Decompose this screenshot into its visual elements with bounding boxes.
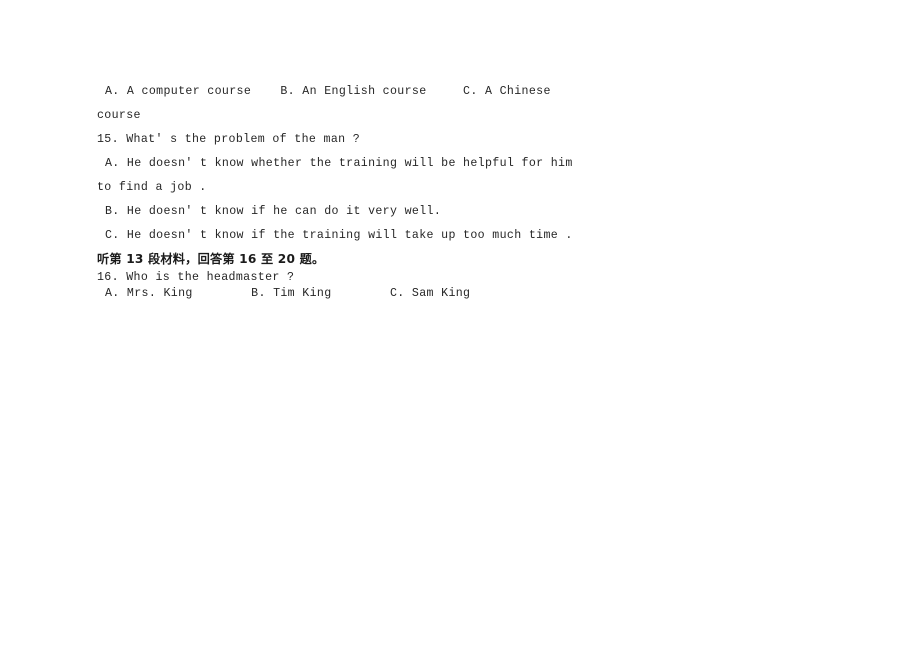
question-14-options-wrap: course [97,109,141,122]
question-15-option-a-wrap: to find a job . [97,181,207,194]
document-page: A. A computer course B. An English cours… [0,0,920,651]
question-15-stem: 15. What' s the problem of the man ? [97,133,361,146]
question-15-option-b: B. He doesn' t know if he can do it very… [105,205,442,218]
section-direction-chinese: 听第 13 段材料，回答第 16 至 20 题。 [97,252,325,266]
question-14-options: A. A computer course B. An English cours… [105,85,551,98]
exam-text-body: A. A computer course B. An English cours… [97,80,573,302]
question-16-options: A. Mrs. King B. Tim King C. Sam King [105,287,471,300]
question-15-option-a: A. He doesn' t know whether the training… [105,157,573,170]
question-16-stem: 16. Who is the headmaster ? [97,271,295,284]
question-15-option-c: C. He doesn' t know if the training will… [105,229,573,242]
